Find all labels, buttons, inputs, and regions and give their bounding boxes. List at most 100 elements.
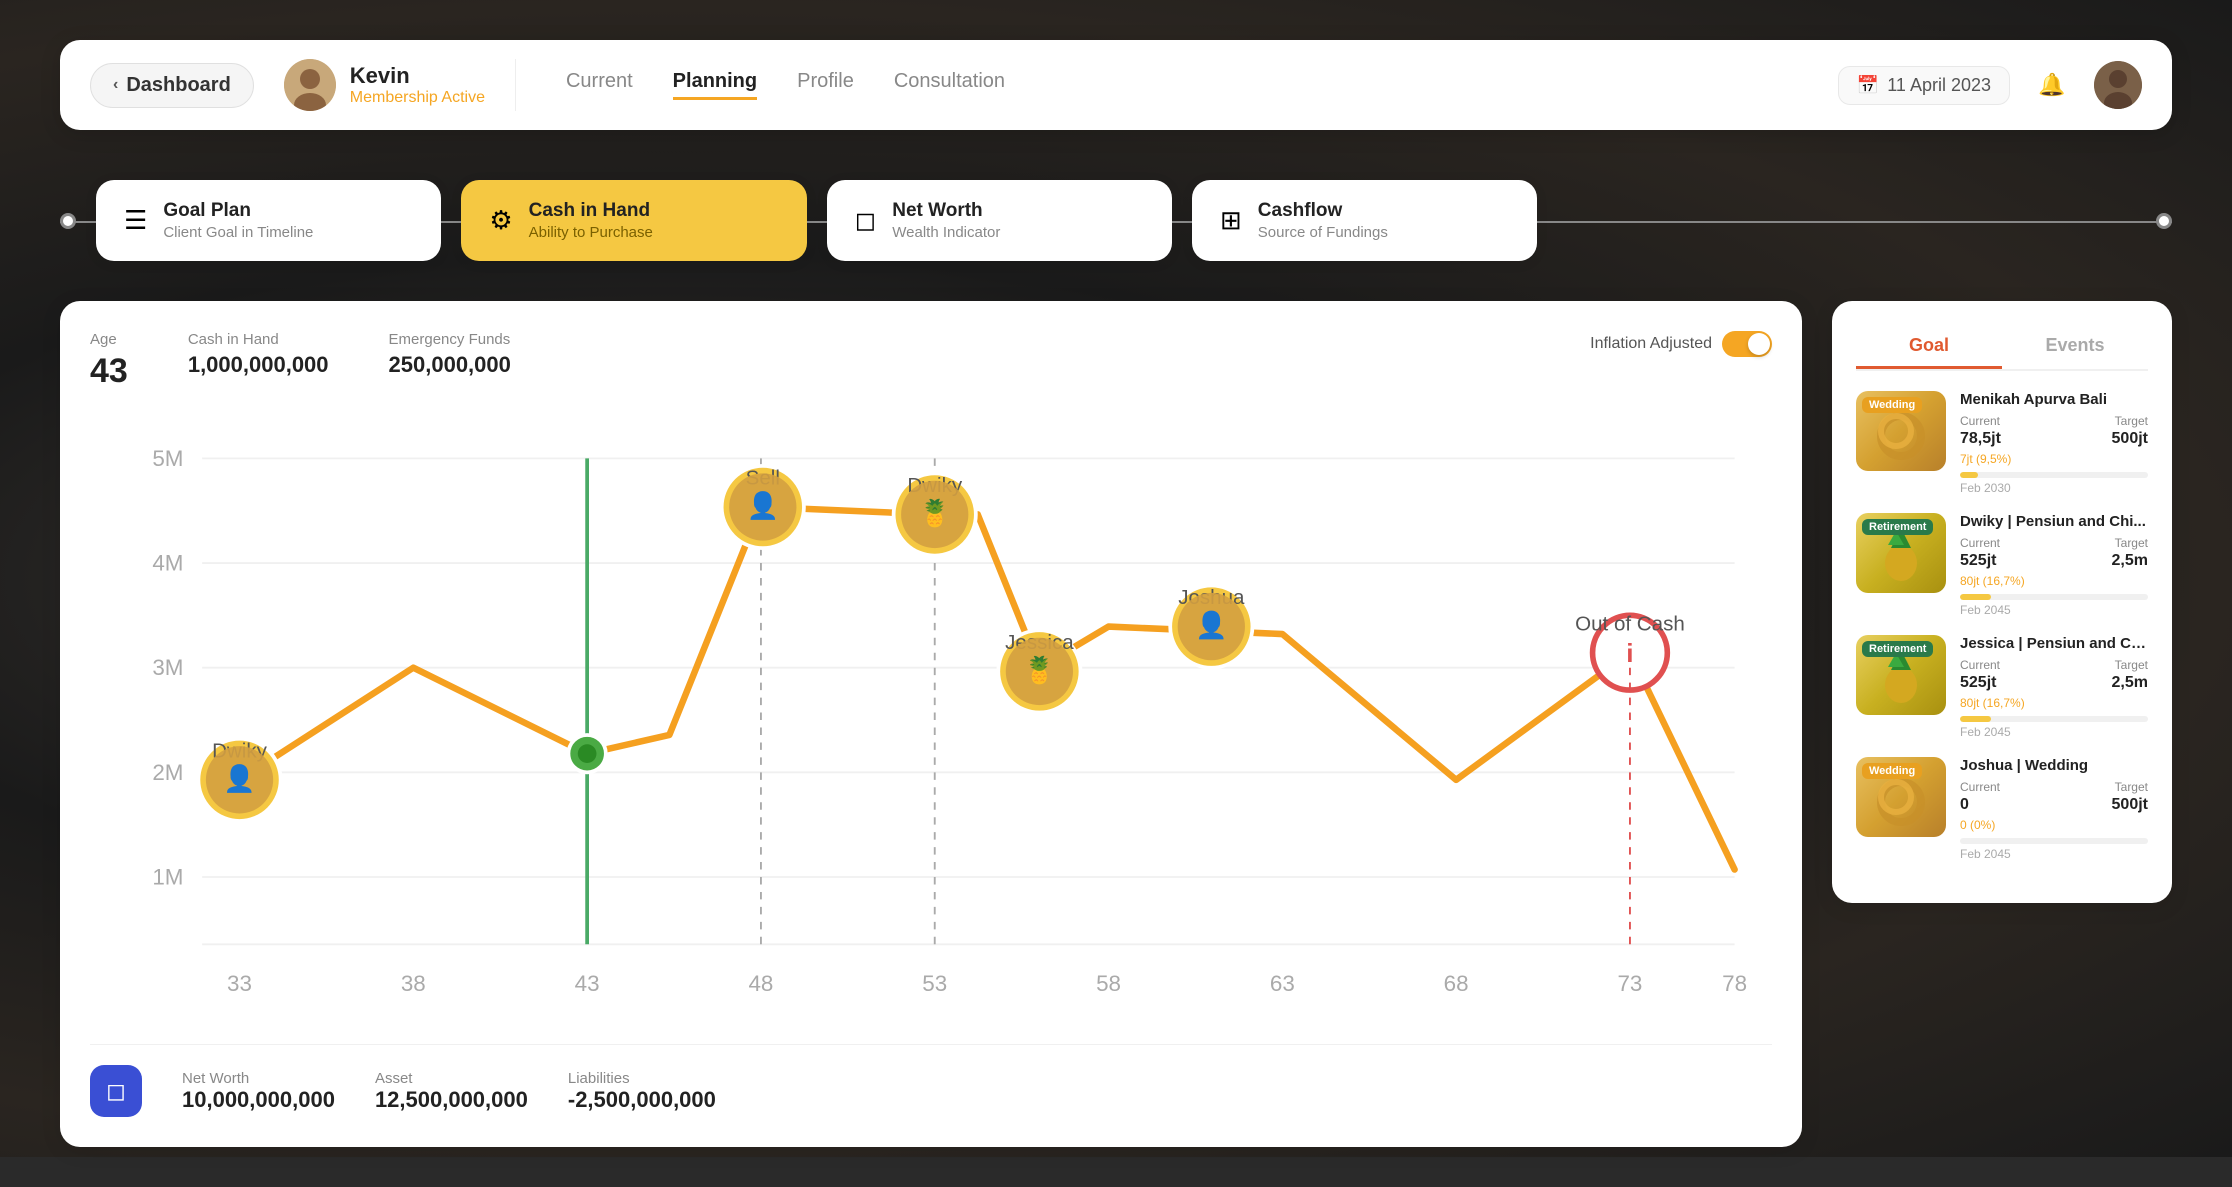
svg-text:38: 38: [401, 971, 426, 996]
bell-icon[interactable]: 🔔: [2030, 63, 2074, 107]
inflation-toggle[interactable]: Inflation Adjusted: [1590, 331, 1772, 357]
chart-container: 5M 4M 3M 2M 1M 33 38 43 48 53 58 63 68 7…: [90, 421, 1772, 1024]
net-worth-title: Net Worth: [892, 200, 1000, 222]
current-label-4: Current: [1960, 780, 2000, 794]
bottom-liabilities: Liabilities -2,500,000,000: [568, 1070, 716, 1113]
progress-sub-1: 7jt (9,5%): [1960, 452, 2148, 466]
goal-date-4: Feb 2045: [1960, 847, 2148, 861]
retirement-jessica-badge: Retirement: [1862, 641, 1933, 657]
svg-text:👤: 👤: [223, 763, 256, 793]
timeline-card-cash-in-hand[interactable]: ⚙ Cash in Hand Ability to Purchase: [461, 180, 806, 261]
right-panel-tabs: Goal Events: [1856, 325, 2148, 371]
svg-text:🍍: 🍍: [1023, 655, 1056, 685]
inflation-switch[interactable]: [1722, 331, 1772, 357]
cashflow-icon: ⊞: [1220, 205, 1242, 236]
navbar: ‹ Dashboard Kevin Membership Active Curr…: [60, 40, 2172, 130]
target-label-2: Target: [2115, 536, 2148, 550]
chart-header: Age 43 Cash in Hand 1,000,000,000 Emerge…: [90, 331, 1772, 391]
goal-plan-title: Goal Plan: [163, 200, 313, 222]
current-label-3: Current: [1960, 658, 2000, 672]
nav-user: Kevin Membership Active: [284, 59, 516, 111]
chevron-left-icon: ‹: [113, 76, 118, 94]
progress-bar-3: [1960, 716, 2148, 722]
stat-age: Age 43: [90, 331, 128, 391]
age-value: 43: [90, 352, 128, 391]
nav-tabs: Current Planning Profile Consultation: [566, 70, 1838, 100]
svg-text:53: 53: [922, 971, 947, 996]
retirement-dwiky-values: 525jt 2,5m: [1960, 552, 2148, 570]
timeline-dot-left: [60, 213, 76, 229]
bottom-net-worth-label: Net Worth: [182, 1070, 335, 1087]
progress-fill-3: [1960, 716, 1991, 722]
timeline-nav: ☰ Goal Plan Client Goal in Timeline ⚙ Ca…: [60, 180, 2172, 261]
wedding-joshua-values: 0 500jt: [1960, 796, 2148, 814]
chart-panel: Age 43 Cash in Hand 1,000,000,000 Emerge…: [60, 301, 1802, 1147]
goal-img-retirement-jessica: Retirement: [1856, 635, 1946, 715]
retirement-jessica-content: Jessica | Pensiun and Ch... Current Targ…: [1960, 635, 2148, 739]
right-panel: Goal Events Wedding: [1832, 301, 2172, 1147]
tab-events[interactable]: Events: [2002, 325, 2148, 369]
tab-profile[interactable]: Profile: [797, 70, 854, 100]
nav-date: 📅 11 April 2023: [1838, 66, 2010, 105]
retirement-dwiky-title: Dwiky | Pensiun and Chi...: [1960, 513, 2148, 530]
bottom-asset: Asset 12,500,000,000: [375, 1070, 528, 1113]
goal-img-wedding-joshua: Wedding: [1856, 757, 1946, 837]
tab-goal[interactable]: Goal: [1856, 325, 2002, 369]
retirement-dwiky-badge: Retirement: [1862, 519, 1933, 535]
retirement-jessica-labels: Current Target: [1960, 658, 2148, 672]
progress-fill-1: [1960, 472, 1978, 478]
timeline-dot-right: [2156, 213, 2172, 229]
cashflow-title: Cashflow: [1258, 200, 1388, 222]
bottom-net-worth: Net Worth 10,000,000,000: [182, 1070, 335, 1113]
cash-value: 1,000,000,000: [188, 352, 329, 378]
progress-bar-2: [1960, 594, 2148, 600]
goal-card-retirement-dwiky[interactable]: Retirement Dwiky | Pensiun and Chi... Cu…: [1856, 513, 2148, 617]
goal-card-wedding-bali[interactable]: Wedding Menikah Apurva Bali Current Targ…: [1856, 391, 2148, 495]
cash-in-hand-title: Cash in Hand: [529, 200, 653, 222]
tab-current[interactable]: Current: [566, 70, 633, 100]
bottom-asset-value: 12,500,000,000: [375, 1087, 528, 1113]
goal-date-1: Feb 2030: [1960, 481, 2148, 495]
goal-img-wedding-bali: Wedding: [1856, 391, 1946, 471]
svg-text:78: 78: [1722, 971, 1747, 996]
dashboard-button[interactable]: ‹ Dashboard: [90, 63, 254, 108]
tab-consultation[interactable]: Consultation: [894, 70, 1005, 100]
content-area: Age 43 Cash in Hand 1,000,000,000 Emerge…: [60, 301, 2172, 1147]
retirement-jessica-values: 525jt 2,5m: [1960, 674, 2148, 692]
timeline-card-goal-plan[interactable]: ☰ Goal Plan Client Goal in Timeline: [96, 180, 441, 261]
chart-line: [240, 507, 1735, 870]
goal-card-retirement-jessica[interactable]: Retirement Jessica | Pensiun and Ch... C…: [1856, 635, 2148, 739]
target-val-3: 2,5m: [2112, 674, 2148, 692]
current-val-4: 0: [1960, 796, 1969, 814]
user-info: Kevin Membership Active: [350, 63, 485, 107]
target-val-2: 2,5m: [2112, 552, 2148, 570]
current-val-2: 525jt: [1960, 552, 1996, 570]
timeline-card-net-worth[interactable]: ◻ Net Worth Wealth Indicator: [827, 180, 1172, 261]
user-status: Membership Active: [350, 89, 485, 107]
cash-in-hand-icon: ⚙: [489, 205, 512, 236]
wedding-bali-values: 78,5jt 500jt: [1960, 430, 2148, 448]
current-val-3: 525jt: [1960, 674, 1996, 692]
profile-avatar[interactable]: [2094, 61, 2142, 109]
retirement-dwiky-labels: Current Target: [1960, 536, 2148, 550]
target-label-4: Target: [2115, 780, 2148, 794]
goal-date-3: Feb 2045: [1960, 725, 2148, 739]
goal-plan-text: Goal Plan Client Goal in Timeline: [163, 200, 313, 241]
cash-in-hand-text: Cash in Hand Ability to Purchase: [529, 200, 653, 241]
stat-cash: Cash in Hand 1,000,000,000: [188, 331, 329, 378]
tab-planning[interactable]: Planning: [673, 70, 757, 100]
avatar: [284, 59, 336, 111]
target-val-1: 500jt: [2112, 430, 2148, 448]
wedding-joshua-labels: Current Target: [1960, 780, 2148, 794]
svg-text:🍍: 🍍: [918, 498, 951, 528]
timeline-card-cashflow[interactable]: ⊞ Cashflow Source of Fundings: [1192, 180, 1537, 261]
goal-card-wedding-joshua[interactable]: Wedding Joshua | Wedding Current Target …: [1856, 757, 2148, 861]
goal-date-2: Feb 2045: [1960, 603, 2148, 617]
cash-label: Cash in Hand: [188, 331, 329, 348]
goal-plan-icon: ☰: [124, 205, 147, 236]
svg-text:2M: 2M: [152, 760, 183, 785]
cash-in-hand-sub: Ability to Purchase: [529, 224, 653, 241]
svg-text:👤: 👤: [747, 490, 780, 520]
target-label-3: Target: [2115, 658, 2148, 672]
net-worth-sub: Wealth Indicator: [892, 224, 1000, 241]
